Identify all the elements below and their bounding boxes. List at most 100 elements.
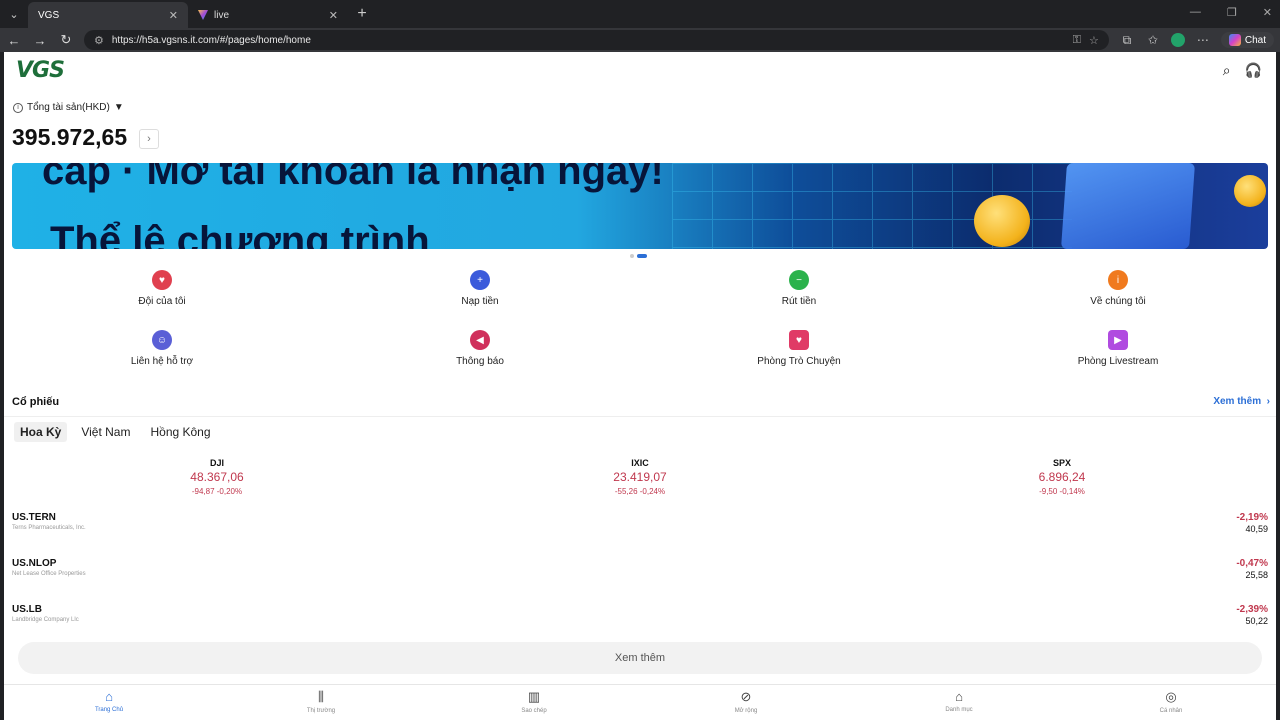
browser-tab-strip: ⌄ VGS ✕ live ✕ + — ❐ ✕ (0, 0, 1280, 28)
tab-vietnam[interactable]: Việt Nam (75, 422, 136, 442)
shortcut-notifications[interactable]: ◀ Thông báo (380, 330, 580, 367)
nav-label: Trang Chủ (94, 707, 124, 713)
tab-favicon-icon (198, 10, 208, 20)
index-change: -55,26 -0,24% (614, 487, 666, 496)
banner-coin-icon (974, 195, 1030, 247)
stock-price: 40,59 (1245, 524, 1268, 534)
address-bar-row: ← → ↻ ⚙ https://h5a.vgsns.it.com/#/pages… (0, 28, 1280, 52)
stock-name: Net Lease Office Properties (12, 571, 86, 577)
stock-change-pct: -2,19% (1236, 512, 1268, 523)
reload-icon[interactable]: ↻ (58, 32, 74, 48)
shortcut-label: Phòng Trò Chuyện (757, 356, 841, 367)
forward-icon[interactable]: → (32, 33, 48, 48)
deposit-icon: + (470, 270, 490, 290)
favorite-star-icon[interactable]: ☆ (1089, 34, 1099, 47)
tab-title: live (214, 9, 230, 21)
chevron-right-icon[interactable]: › (139, 129, 159, 149)
home-icon: ⌂ (105, 689, 113, 704)
index-value: 48.367,06 (190, 470, 244, 484)
livestream-icon: ▶ (1108, 330, 1128, 350)
profile-icon[interactable] (1170, 33, 1185, 47)
info-icon[interactable]: i (13, 102, 23, 113)
nav-market[interactable]: ⫼ Thị trường (261, 689, 381, 714)
banner-subheadline: Thể lệ chương trình (50, 219, 430, 249)
copy-chart-icon: ▥ (527, 689, 541, 704)
key-icon[interactable]: ⚿ (1073, 34, 1081, 47)
chat-label: Chat (1244, 34, 1266, 46)
tab-close-icon[interactable]: ✕ (169, 9, 178, 22)
see-more-button[interactable]: Xem thêm (18, 642, 1262, 674)
index-change: -94,87 -0,20% (191, 487, 243, 496)
pagination-dot-active[interactable] (637, 254, 647, 258)
shortcut-chat-room[interactable]: ♥ Phòng Trò Chuyện (699, 330, 899, 367)
stock-code: US.LB (12, 604, 42, 615)
caret-down-icon[interactable]: ▼ (114, 102, 124, 113)
megaphone-icon: ◀ (470, 330, 490, 350)
stock-change-pct: -0,47% (1236, 558, 1268, 569)
stock-price: 50,22 (1245, 616, 1268, 626)
total-assets-label[interactable]: i Tổng tài sản(HKD) ▼ (13, 102, 124, 113)
tab-search-icon[interactable]: ⌄ (0, 0, 28, 28)
nav-profile[interactable]: ◎ Cá nhân (1111, 689, 1231, 714)
pagination-dot[interactable] (630, 254, 634, 258)
tab-us[interactable]: Hoa Kỳ (14, 422, 68, 442)
shortcut-deposit[interactable]: + Nạp tiền (380, 270, 580, 307)
restore-icon[interactable]: ❐ (1227, 6, 1237, 19)
app-page: VGS ⌕ 🎧 i Tổng tài sản(HKD) ▼ 395.972,65… (4, 52, 1276, 720)
index-card-ixic[interactable]: IXIC 23.419,07 -55,26 -0,24% (540, 458, 740, 496)
stock-change-pct: -2,39% (1236, 604, 1268, 615)
browser-tab-live[interactable]: live ✕ (188, 2, 348, 28)
nav-label: Sao chép (521, 708, 547, 714)
index-card-spx[interactable]: SPX 6.896,24 -9,50 -0,14% (962, 458, 1162, 496)
stock-row[interactable]: US.TERN Terns Pharmaceuticals, Inc. -2,1… (12, 512, 1268, 544)
about-icon: i (1108, 270, 1128, 290)
url-field[interactable]: ⚙ https://h5a.vgsns.it.com/#/pages/home/… (84, 30, 1109, 50)
promo-banner[interactable]: cấp · Mở tài khoản là nhận ngay! Thể lệ … (12, 163, 1268, 249)
browser-tab-vgs[interactable]: VGS ✕ (28, 2, 188, 28)
shortcut-label: Rút tiền (781, 296, 817, 307)
shortcut-my-team[interactable]: ♥ Đội của tôi (62, 270, 262, 307)
site-info-icon[interactable]: ⚙ (94, 34, 104, 47)
stocks-see-more-link[interactable]: Xem thêm › (1213, 396, 1270, 407)
compass-icon: ⊘ (740, 689, 752, 704)
copilot-chat-button[interactable]: Chat (1220, 32, 1274, 48)
shortcut-about-us[interactable]: i Về chúng tôi (1018, 270, 1218, 307)
shortcut-withdraw[interactable]: − Rút tiền (699, 270, 899, 307)
shortcut-livestream[interactable]: ▶ Phòng Livestream (1018, 330, 1218, 367)
shortcut-label: Đội của tôi (138, 296, 186, 307)
index-name: SPX (1052, 458, 1071, 468)
back-icon[interactable]: ← (6, 33, 22, 48)
market-tabs: Hoa Kỳ Việt Nam Hồng Kông (14, 422, 217, 442)
index-card-dji[interactable]: DJI 48.367,06 -94,87 -0,20% (117, 458, 317, 496)
tab-close-icon[interactable]: ✕ (329, 9, 338, 22)
tab-hong-kong[interactable]: Hồng Kông (144, 422, 216, 442)
total-assets-label-text: Tổng tài sản(HKD) (27, 102, 110, 113)
section-divider (4, 416, 1276, 417)
stock-row[interactable]: US.LB Landbridge Company Llc -2,39% 50,2… (12, 604, 1268, 636)
shortcut-label: Thông báo (456, 356, 504, 367)
new-tab-button[interactable]: + (348, 2, 376, 28)
nav-portfolio[interactable]: ⌂ Danh mục (899, 689, 1019, 713)
nav-expand[interactable]: ⊘ Mở rộng (686, 689, 806, 714)
index-value: 6.896,24 (1038, 470, 1086, 484)
headset-icon[interactable]: 🎧 (1245, 62, 1262, 79)
nav-label: Danh mục (945, 707, 973, 713)
search-icon[interactable]: ⌕ (1223, 62, 1231, 79)
favorites-icon[interactable]: ✩ (1145, 33, 1161, 47)
more-menu-icon[interactable]: ⋯ (1195, 33, 1211, 47)
nav-label: Cá nhân (1159, 708, 1183, 714)
index-name: DJI (209, 458, 224, 468)
nav-copy-trade[interactable]: ▥ Sao chép (474, 689, 594, 714)
extensions-icon[interactable]: ⧉ (1119, 33, 1135, 48)
shortcut-support[interactable]: ☺ Liên hệ hỗ trợ (62, 330, 262, 367)
minimize-icon[interactable]: — (1190, 6, 1201, 19)
stock-row[interactable]: US.NLOP Net Lease Office Properties -0,4… (12, 558, 1268, 590)
stock-code: US.TERN (12, 512, 56, 523)
portfolio-icon: ⌂ (955, 689, 963, 704)
nav-home[interactable]: ⌂ Trang Chủ (49, 689, 169, 713)
bottom-navigation: ⌂ Trang Chủ ⫼ Thị trường ▥ Sao chép ⊘ Mở… (4, 684, 1276, 720)
support-icon: ☺ (152, 330, 172, 350)
close-window-icon[interactable]: ✕ (1263, 6, 1272, 19)
tab-title: VGS (38, 9, 60, 21)
nav-label: Mở rộng (734, 708, 758, 714)
